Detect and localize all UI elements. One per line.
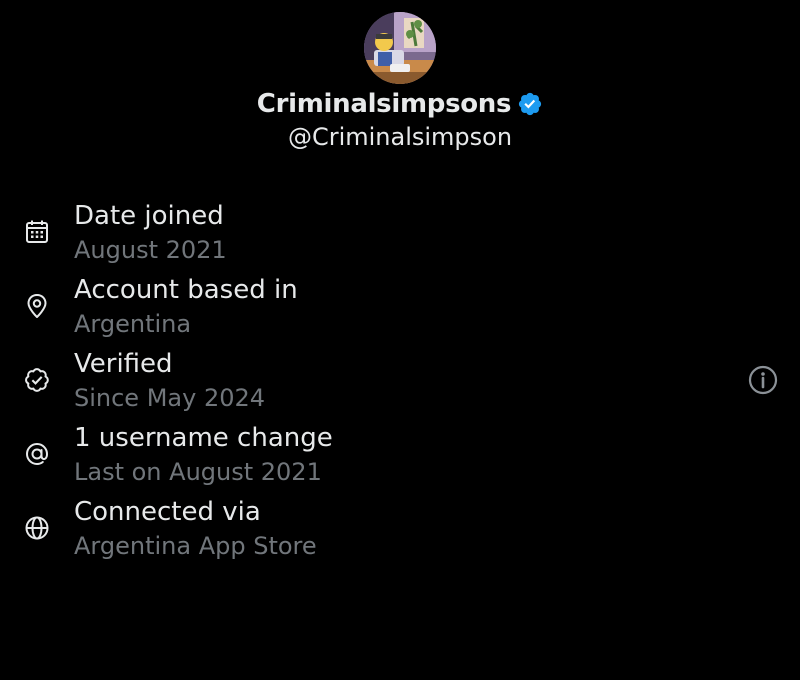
account-info-list: Date joined August 2021 Account based in… xyxy=(0,198,800,568)
at-sign-icon xyxy=(25,442,49,466)
info-value: Argentina App Store xyxy=(74,532,317,560)
info-value: Argentina xyxy=(74,310,192,338)
info-label: Connected via xyxy=(74,497,261,527)
info-row-date-joined: Date joined August 2021 xyxy=(0,198,800,272)
display-name: Criminalsimpsons xyxy=(256,89,512,119)
info-value: Last on August 2021 xyxy=(74,458,322,486)
info-text: 1 username change Last on August 2021 xyxy=(74,420,333,488)
info-label: Date joined xyxy=(74,201,224,231)
info-row-verified: Verified Since May 2024 xyxy=(0,346,800,420)
avatar[interactable] xyxy=(364,12,436,84)
globe-icon xyxy=(25,516,49,540)
info-label: 1 username change xyxy=(74,423,333,453)
info-text: Date joined August 2021 xyxy=(74,198,227,266)
handle: @Criminalsimpson xyxy=(287,123,513,151)
info-row-connected-via: Connected via Argentina App Store xyxy=(0,494,800,568)
display-name-row: Criminalsimpsons xyxy=(0,87,800,121)
verified-badge-icon[interactable] xyxy=(517,91,543,117)
info-text: Connected via Argentina App Store xyxy=(74,494,317,562)
info-label: Verified xyxy=(74,349,173,379)
verified-check-icon xyxy=(25,368,49,392)
location-pin-icon xyxy=(27,294,47,318)
profile-header: Criminalsimpsons @Criminalsimpson xyxy=(0,12,800,153)
info-value: Since May 2024 xyxy=(74,384,266,412)
avatar-image xyxy=(364,12,436,84)
info-row-username-change: 1 username change Last on August 2021 xyxy=(0,420,800,494)
calendar-icon xyxy=(26,220,48,243)
info-label: Account based in xyxy=(74,275,298,305)
info-value: August 2021 xyxy=(74,236,227,264)
info-row-account-based-in: Account based in Argentina xyxy=(0,272,800,346)
info-text: Verified Since May 2024 xyxy=(74,346,265,414)
info-circle-icon[interactable] xyxy=(747,364,779,396)
info-text: Account based in Argentina xyxy=(74,272,298,340)
